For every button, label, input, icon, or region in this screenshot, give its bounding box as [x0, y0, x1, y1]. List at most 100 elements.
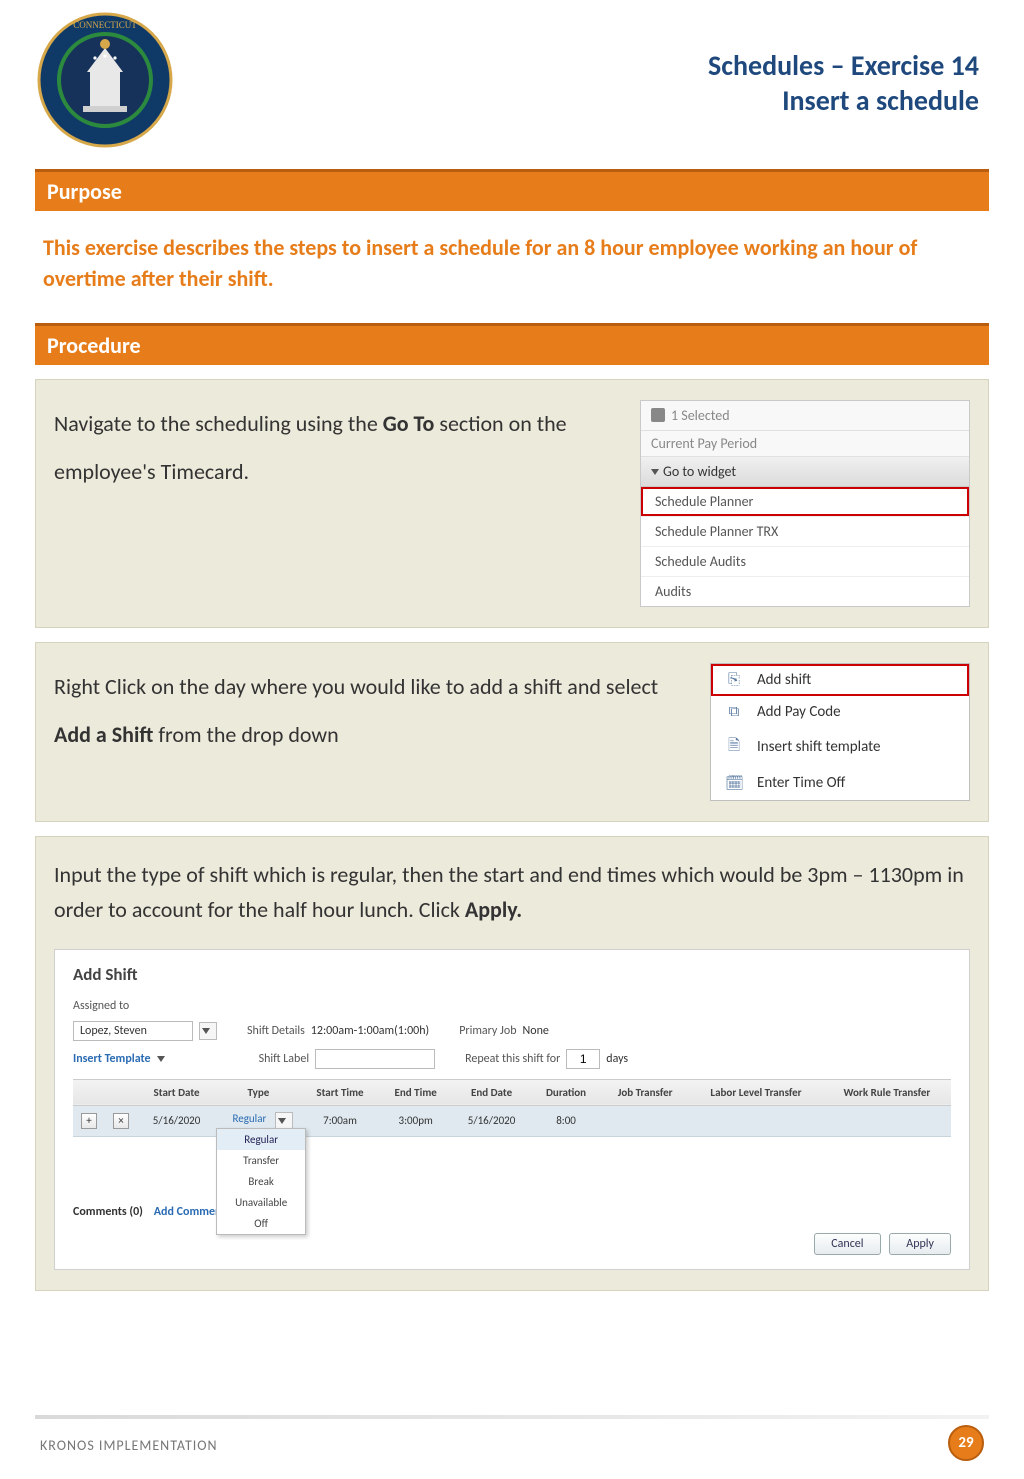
current-pay-period: Current Pay Period	[641, 431, 969, 457]
col-start-time: Start Time	[301, 1079, 380, 1105]
svg-text:CONNECTICUT: CONNECTICUT	[73, 20, 137, 30]
chevron-down-icon	[157, 1056, 165, 1062]
col-add	[73, 1079, 105, 1105]
type-dropdown-options: Regular Transfer Break Unavailable Off	[216, 1128, 306, 1235]
insert-template-link[interactable]: Insert Template	[73, 1052, 169, 1066]
step3-text-bold: Apply.	[465, 896, 522, 923]
add-shift-icon: ⎘	[725, 671, 743, 689]
menu-insert-shift-template[interactable]: 🗎 Insert shift template	[711, 728, 969, 767]
step2-text-post: from the drop down	[153, 721, 338, 748]
goto-item-schedule-planner-trx[interactable]: Schedule Planner TRX	[641, 516, 969, 546]
goto-item-schedule-audits[interactable]: Schedule Audits	[641, 546, 969, 576]
menu-add-pay-code[interactable]: ⧉ Add Pay Code	[711, 696, 969, 728]
table-row: + × 5/16/2020 Regular Regular Transfer B…	[73, 1105, 951, 1136]
cell-work-rule-transfer[interactable]	[823, 1105, 951, 1136]
col-duration: Duration	[531, 1079, 601, 1105]
cell-end-date[interactable]: 5/16/2020	[452, 1105, 531, 1136]
purpose-section-bar: Purpose	[35, 169, 989, 211]
shift-label-input[interactable]	[315, 1049, 435, 1069]
goto-item-audits[interactable]: Audits	[641, 576, 969, 606]
col-end-date: End Date	[452, 1079, 531, 1105]
menu-add-shift[interactable]: ⎘ Add shift	[711, 664, 969, 696]
type-option-break[interactable]: Break	[217, 1171, 305, 1192]
cancel-button[interactable]: Cancel	[814, 1233, 880, 1255]
type-option-off[interactable]: Off	[217, 1213, 305, 1234]
primary-job-label: Primary Job	[459, 1024, 516, 1038]
footer-text: KRONOS IMPLEMENTATION	[40, 1437, 218, 1454]
goto-dropdown-label: Go to widget	[663, 463, 736, 480]
menu-add-shift-label: Add shift	[757, 671, 811, 689]
shift-details-value: 12:00am-1:00am(1:00h)	[311, 1024, 429, 1038]
page-title-line2: Insert a schedule	[205, 83, 979, 118]
purpose-text: This exercise describes the steps to ins…	[35, 225, 989, 323]
menu-insert-shift-template-label: Insert shift template	[757, 738, 880, 756]
page-number: 29	[948, 1425, 984, 1461]
step2-text-pre: Right Click on the day where you would l…	[54, 673, 658, 700]
footer-divider	[35, 1415, 989, 1419]
header: CONNECTICUT Schedules – Exercise 14 Inse…	[35, 10, 989, 169]
step2-text: Right Click on the day where you would l…	[54, 663, 690, 760]
assigned-to-label: Assigned to	[73, 999, 129, 1013]
apply-button[interactable]: Apply	[889, 1233, 951, 1255]
col-work-rule-transfer: Work Rule Transfer	[823, 1079, 951, 1105]
add-row-button[interactable]: +	[81, 1113, 97, 1129]
goto-widget: 1 Selected Current Pay Period Go to widg…	[640, 400, 970, 607]
add-paycode-icon: ⧉	[725, 703, 743, 721]
cell-type-value: Regular	[232, 1112, 266, 1125]
primary-job-value: None	[523, 1024, 549, 1038]
step1-text-bold: Go To	[383, 410, 435, 437]
col-labor-level-transfer: Labor Level Transfer	[689, 1079, 823, 1105]
step2-text-bold: Add a Shift	[54, 721, 153, 748]
add-shift-dialog: Add Shift Assigned to Lopez, Steven Shif…	[54, 949, 970, 1270]
step1-text-pre: Navigate to the scheduling using the	[54, 410, 383, 437]
step3-panel: Input the type of shift which is regular…	[35, 836, 989, 1291]
menu-enter-time-off[interactable]: 🗓 Enter Time Off	[711, 767, 969, 800]
add-comment-link[interactable]: Add Comment	[154, 1205, 226, 1219]
chevron-down-icon	[199, 1022, 217, 1040]
type-option-unavailable[interactable]: Unavailable	[217, 1192, 305, 1213]
shift-table: Start Date Type Start Time End Time End …	[73, 1079, 951, 1137]
col-remove	[105, 1079, 137, 1105]
page-title-line1: Schedules – Exercise 14	[205, 48, 979, 83]
repeat-days-input[interactable]	[566, 1049, 600, 1069]
cell-start-time[interactable]: 7:00am	[301, 1105, 380, 1136]
assigned-to-value: Lopez, Steven	[73, 1021, 193, 1041]
cell-labor-level-transfer[interactable]	[689, 1105, 823, 1136]
goto-item-schedule-planner[interactable]: Schedule Planner	[641, 487, 969, 516]
type-option-regular[interactable]: Regular	[217, 1129, 305, 1150]
cell-start-date[interactable]: 5/16/2020	[137, 1105, 216, 1136]
selection-count: 1 Selected	[641, 401, 969, 431]
menu-enter-time-off-label: Enter Time Off	[757, 774, 845, 792]
goto-dropdown[interactable]: Go to widget	[641, 457, 969, 487]
comments-label: Comments (0)	[73, 1205, 143, 1219]
shift-details-label: Shift Details	[247, 1024, 305, 1038]
time-off-icon: 🗓	[725, 774, 743, 793]
chevron-down-icon	[651, 469, 659, 475]
add-shift-dialog-title: Add Shift	[73, 964, 951, 985]
department-logo: CONNECTICUT	[35, 10, 205, 155]
step2-panel: Right Click on the day where you would l…	[35, 642, 989, 822]
shift-label-label: Shift Label	[259, 1052, 310, 1066]
cell-duration: 8:00	[531, 1105, 601, 1136]
assigned-to-select[interactable]: Lopez, Steven	[73, 1021, 217, 1041]
type-option-transfer[interactable]: Transfer	[217, 1150, 305, 1171]
menu-add-pay-code-label: Add Pay Code	[757, 703, 841, 721]
cell-type[interactable]: Regular Regular Transfer Break Unavailab…	[216, 1105, 301, 1136]
repeat-shift-label: Repeat this shift for	[465, 1052, 560, 1066]
person-icon	[651, 408, 665, 422]
remove-row-button[interactable]: ×	[113, 1113, 129, 1129]
insert-template-label: Insert Template	[73, 1052, 151, 1066]
col-job-transfer: Job Transfer	[601, 1079, 689, 1105]
col-end-time: End Time	[379, 1079, 452, 1105]
insert-template-icon: 🗎	[725, 735, 743, 760]
context-menu: ⎘ Add shift ⧉ Add Pay Code 🗎 Insert shif…	[710, 663, 970, 801]
step1-panel: Navigate to the scheduling using the Go …	[35, 379, 989, 628]
col-start-date: Start Date	[137, 1079, 216, 1105]
cell-job-transfer[interactable]	[601, 1105, 689, 1136]
step1-text: Navigate to the scheduling using the Go …	[54, 400, 620, 497]
step3-text: Input the type of shift which is regular…	[54, 857, 970, 927]
procedure-section-bar: Procedure	[35, 323, 989, 365]
selection-count-label: 1 Selected	[671, 407, 730, 424]
repeat-days-suffix: days	[606, 1052, 628, 1066]
cell-end-time[interactable]: 3:00pm	[379, 1105, 452, 1136]
